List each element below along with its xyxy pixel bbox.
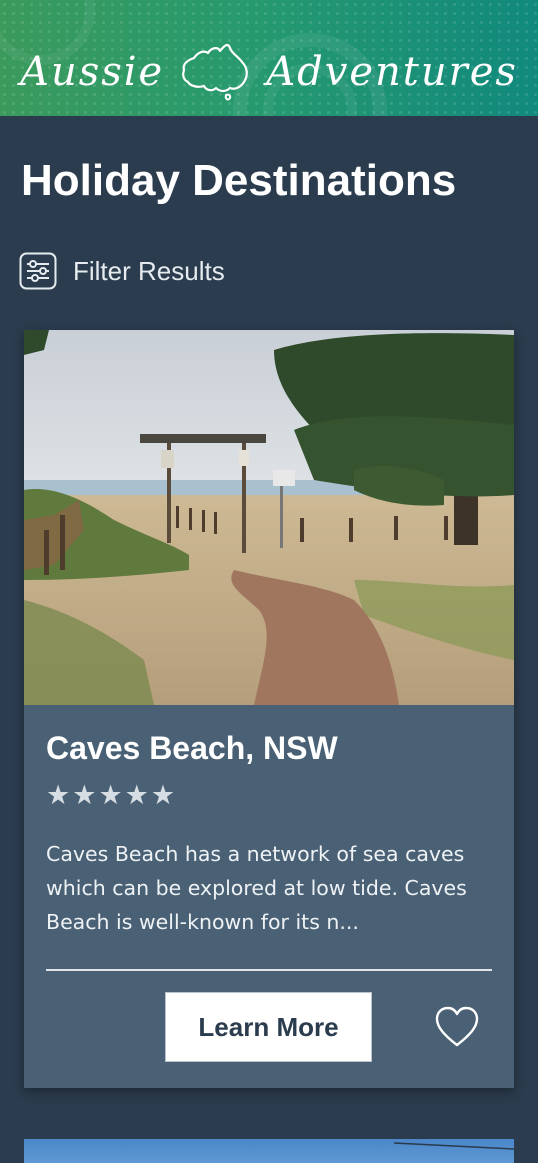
page-title: Holiday Destinations xyxy=(21,156,457,205)
destination-photo-next xyxy=(393,1142,514,1150)
app-header: Aussie Adventures xyxy=(0,0,538,116)
brand-word-right: Adventures xyxy=(266,49,518,95)
destination-description: Caves Beach has a network of sea caves w… xyxy=(46,842,467,934)
star-icon: ★ xyxy=(98,780,123,811)
star-icon: ★ xyxy=(150,780,176,811)
card-body: Caves Beach, NSW ★ ★ ★ ★ ★ Caves Beach h… xyxy=(46,730,494,934)
australia-map-icon xyxy=(182,43,249,101)
star-icon: ★ xyxy=(72,780,97,811)
card-divider xyxy=(46,969,492,971)
heart-outline-icon[interactable] xyxy=(434,1005,480,1049)
learn-more-button[interactable]: Learn More xyxy=(165,992,372,1062)
star-icon: ★ xyxy=(124,780,149,811)
brand-word-left: Aussie xyxy=(20,49,165,95)
brand-logo[interactable]: Aussie Adventures xyxy=(0,40,538,104)
destination-card: Caves Beach, NSW ★ ★ ★ ★ ★ Caves Beach h… xyxy=(24,330,514,1088)
sliders-icon xyxy=(19,252,57,290)
filter-results-label: Filter Results xyxy=(73,255,225,286)
destination-card-next xyxy=(24,1139,514,1163)
destination-photo xyxy=(24,330,514,705)
filter-results-button[interactable]: Filter Results xyxy=(19,251,225,291)
destination-title: Caves Beach, NSW xyxy=(46,730,338,766)
star-rating: ★ ★ ★ ★ ★ xyxy=(46,782,175,809)
star-icon: ★ xyxy=(46,780,71,811)
